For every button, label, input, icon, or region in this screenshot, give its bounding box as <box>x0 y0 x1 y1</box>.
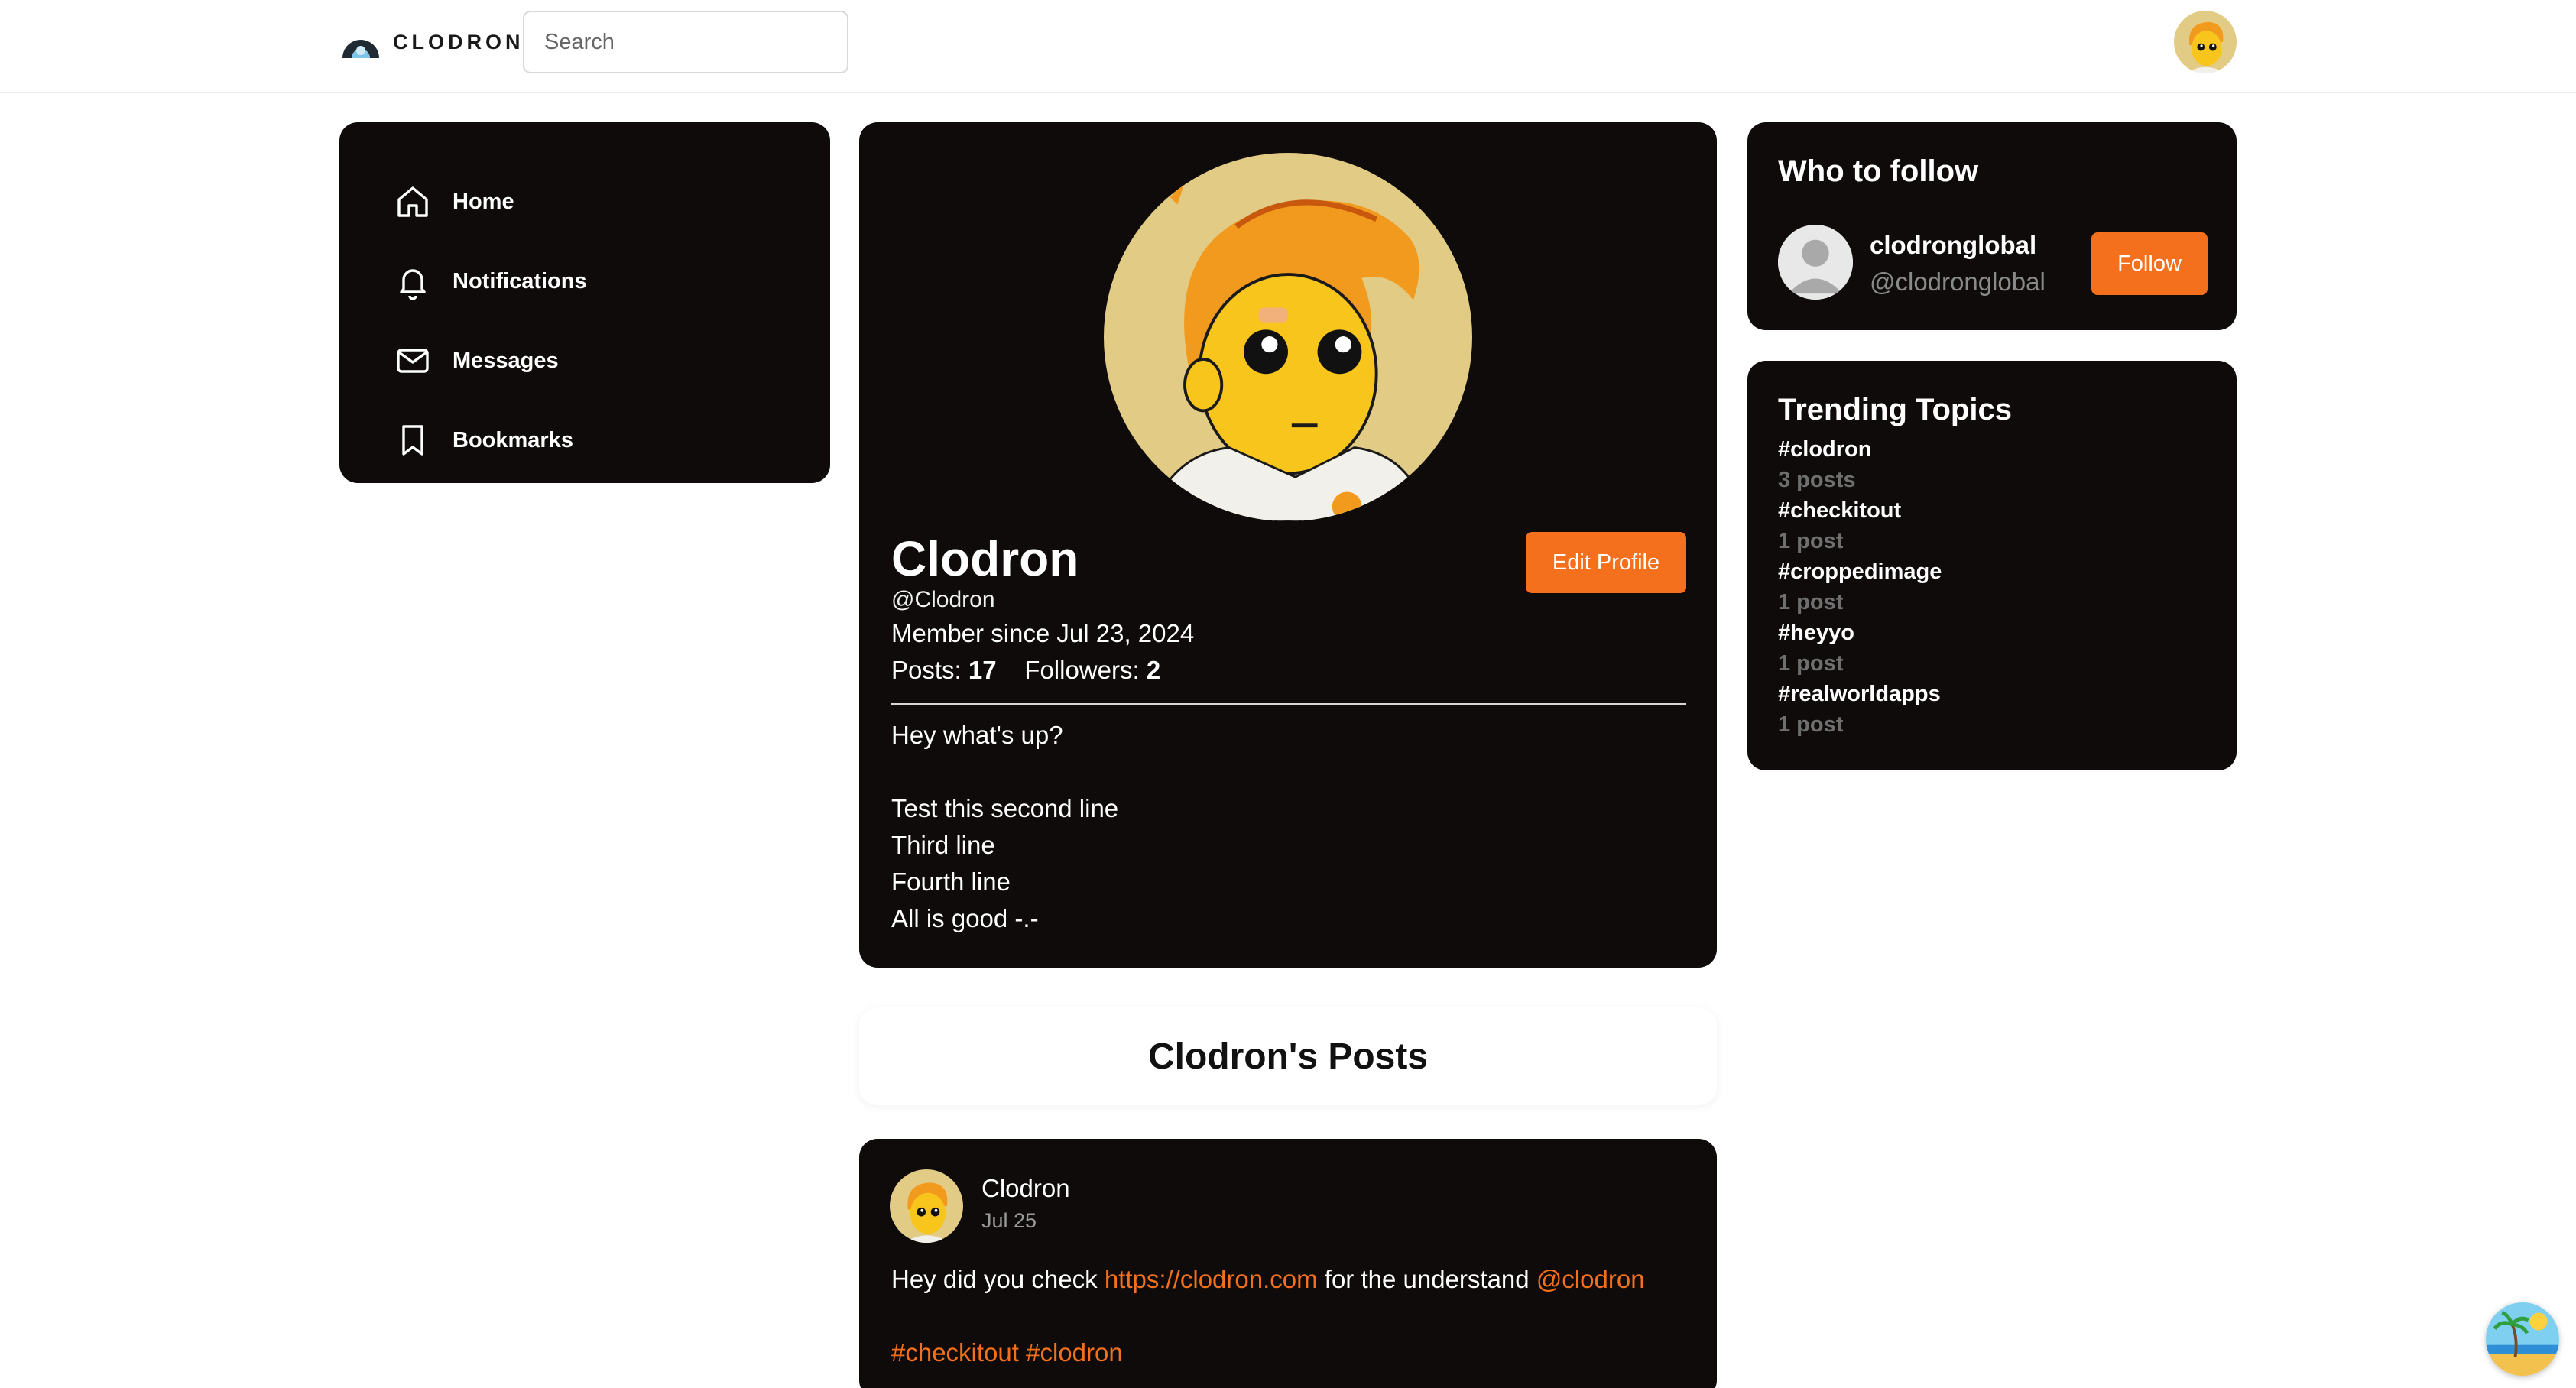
sidebar-item-label: Messages <box>453 348 559 373</box>
post-author-avatar[interactable] <box>890 1169 963 1243</box>
trending-list: #clodron 3 posts #checkitout 1 post #cro… <box>1778 434 1942 740</box>
posts-heading: Clodron's Posts <box>859 1007 1717 1105</box>
mail-icon <box>397 349 429 373</box>
bio-line: Third line <box>891 831 995 859</box>
bio-line: Hey what's up? <box>891 721 1063 749</box>
bio-line: Fourth line <box>891 867 1011 896</box>
trending-topic[interactable]: #croppedimage <box>1778 556 1942 587</box>
who-to-follow-card: Who to follow clodronglobal @clodronglob… <box>1747 122 2237 330</box>
posts-count: 17 <box>968 656 997 684</box>
profile-stats: Posts: 17 Followers: 2 <box>891 656 1160 685</box>
floating-app-button[interactable] <box>2486 1302 2559 1376</box>
suggested-user-handle: @clodronglobal <box>1870 268 2046 296</box>
bio-line <box>891 754 1118 790</box>
sidebar-item-home[interactable]: Home <box>339 162 830 242</box>
post-text: for the understand <box>1317 1265 1536 1293</box>
default-avatar-icon[interactable] <box>1778 225 1853 300</box>
post-author[interactable]: Clodron <box>981 1174 1070 1203</box>
follow-button[interactable]: Follow <box>2091 232 2208 295</box>
profile-avatar[interactable] <box>1104 153 1472 521</box>
search-box[interactable] <box>523 11 848 73</box>
followers-label: Followers: <box>1024 656 1140 684</box>
sidebar-nav: Home Notifications Messages Bookmarks <box>339 122 830 483</box>
post-hashtags[interactable]: #checkitout #clodron <box>891 1334 1645 1371</box>
top-bar: CLODRON <box>0 0 2576 93</box>
post-mention[interactable]: @clodron <box>1536 1265 1645 1293</box>
trending-count: 1 post <box>1778 651 1844 676</box>
followers-count: 2 <box>1146 656 1161 684</box>
trending-topics-card: Trending Topics #clodron 3 posts #checki… <box>1747 361 2237 770</box>
bio-line: Test this second line <box>891 794 1119 822</box>
posts-label: Posts: <box>891 656 962 684</box>
sidebar-item-label: Bookmarks <box>453 427 573 452</box>
sidebar-item-bookmarks[interactable]: Bookmarks <box>339 401 830 480</box>
sidebar-item-label: Home <box>453 189 514 214</box>
user-avatar[interactable] <box>2174 11 2237 73</box>
bio-line: All is good -.- <box>891 904 1039 932</box>
member-since: Member since Jul 23, 2024 <box>891 619 1195 647</box>
trending-topic[interactable]: #checkitout <box>1778 495 1942 526</box>
profile-divider <box>891 703 1686 705</box>
who-to-follow-title: Who to follow <box>1778 154 1979 188</box>
profile-bio: Hey what's up? Test this second line Thi… <box>891 717 1118 937</box>
post-date: Jul 25 <box>981 1209 1037 1232</box>
trending-count: 1 post <box>1778 529 1844 553</box>
trending-count: 1 post <box>1778 712 1844 737</box>
bookmark-icon <box>402 425 423 456</box>
edit-profile-button[interactable]: Edit Profile <box>1526 532 1686 593</box>
trending-topic[interactable]: #clodron <box>1778 434 1942 465</box>
logo-mark-icon <box>342 40 379 58</box>
home-icon <box>397 186 428 217</box>
trending-count: 3 posts <box>1778 468 1856 492</box>
suggested-user-name[interactable]: clodronglobal <box>1870 231 2036 260</box>
post-card: Clodron Jul 25 Hey did you check https:/… <box>859 1139 1717 1388</box>
sidebar-item-messages[interactable]: Messages <box>339 321 830 401</box>
post-body: Hey did you check https://clodron.com fo… <box>891 1261 1645 1371</box>
trending-title: Trending Topics <box>1778 393 2012 426</box>
profile-name: Clodron <box>891 531 1079 586</box>
sidebar-item-notifications[interactable]: Notifications <box>339 242 830 321</box>
logo[interactable]: CLODRON <box>339 24 524 60</box>
search-input[interactable] <box>544 29 832 55</box>
trending-topic[interactable]: #heyyo <box>1778 618 1942 648</box>
beach-icon <box>2486 1302 2559 1376</box>
post-text: Hey did you check <box>891 1265 1105 1293</box>
sidebar-item-label: Notifications <box>453 268 587 293</box>
trending-topic[interactable]: #realworldapps <box>1778 679 1942 709</box>
profile-card: Clodron @Clodron Member since Jul 23, 20… <box>859 122 1717 968</box>
logo-text: CLODRON <box>393 30 524 54</box>
post-link[interactable]: https://clodron.com <box>1105 1265 1318 1293</box>
profile-handle: @Clodron <box>891 587 995 612</box>
bell-icon <box>400 269 426 300</box>
trending-count: 1 post <box>1778 590 1844 615</box>
